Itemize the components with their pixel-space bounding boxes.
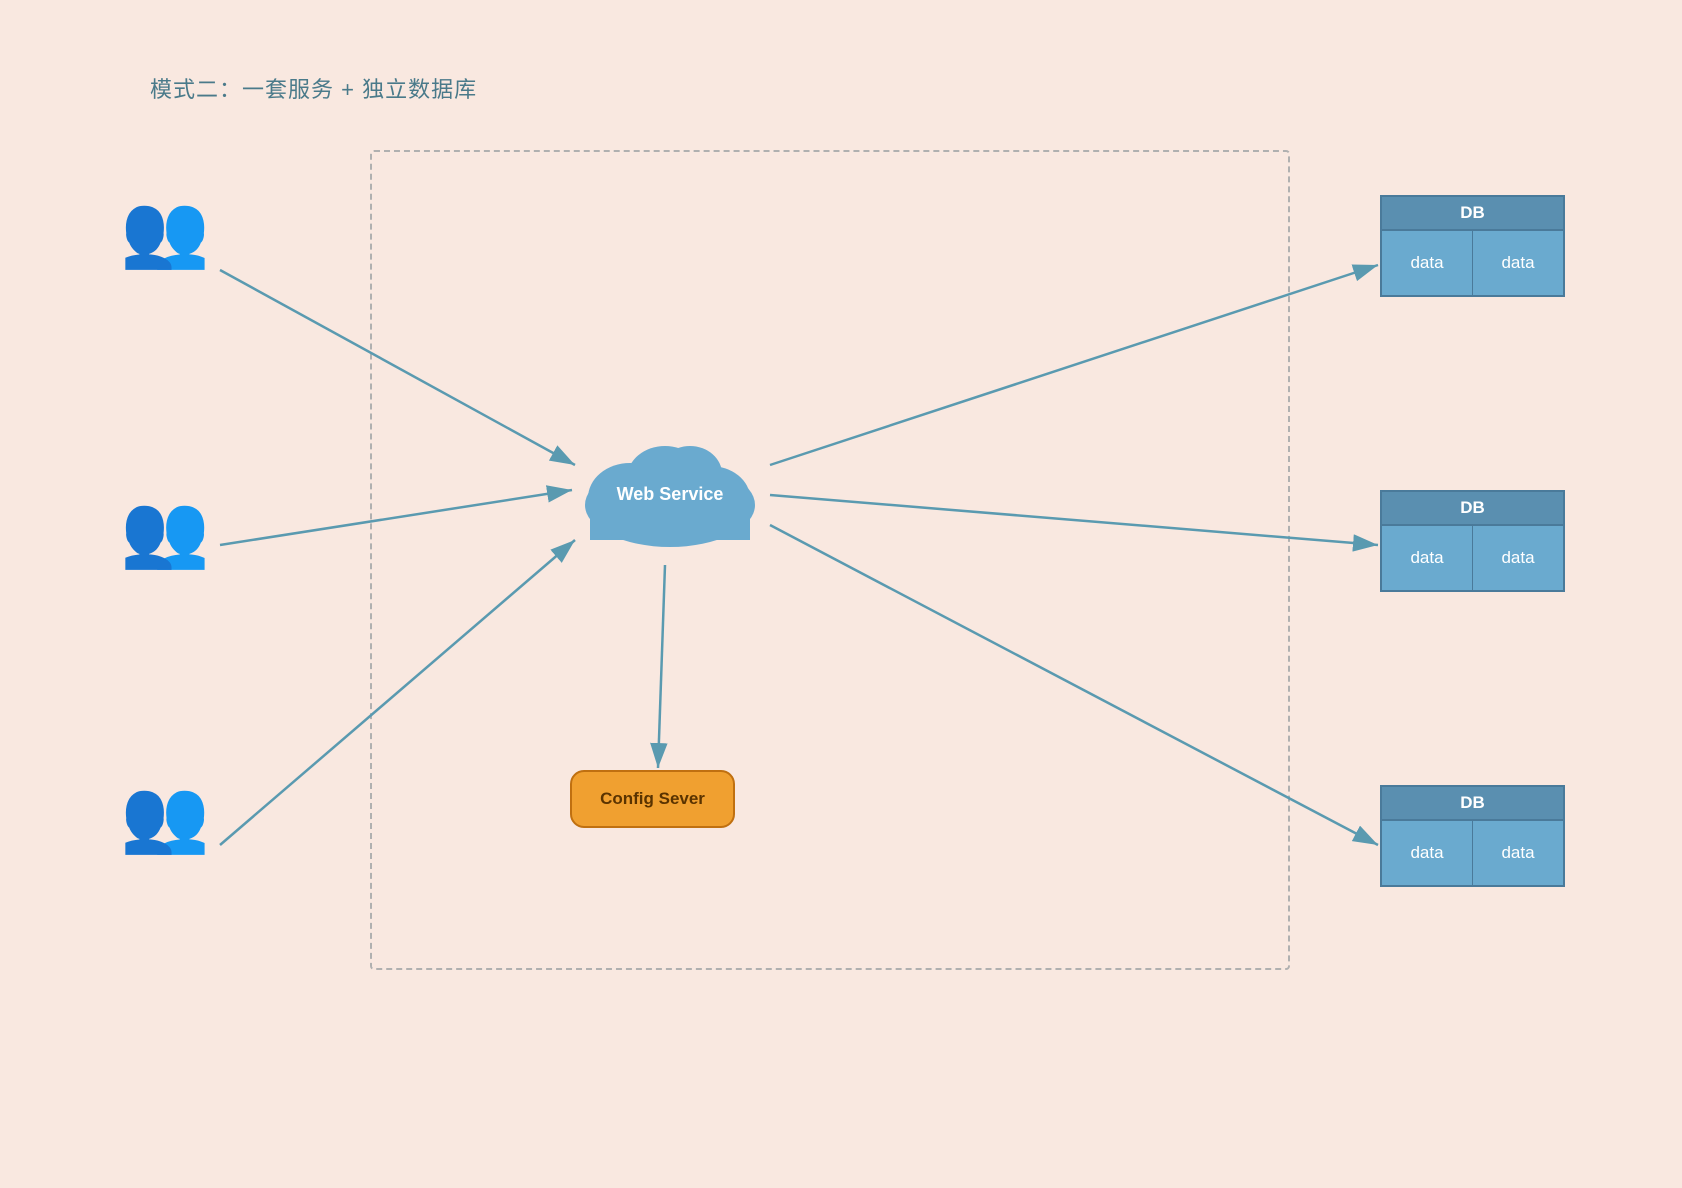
db-3-cell-1: data <box>1382 821 1473 885</box>
db-2-header: DB <box>1380 490 1565 524</box>
db-1-cell-2: data <box>1473 231 1563 295</box>
user-icon-1: 👥 <box>120 195 210 267</box>
diagram-container <box>370 150 1290 970</box>
config-server: Config Sever <box>570 770 735 828</box>
db-3-cell-2: data <box>1473 821 1563 885</box>
db-3-header: DB <box>1380 785 1565 819</box>
user-group-3: 👥 <box>120 780 210 852</box>
user-group-1: 👥 <box>120 195 210 267</box>
web-service-cloud: Web Service <box>570 430 770 560</box>
config-label: Config Sever <box>600 789 705 809</box>
db-3: DB data data <box>1380 785 1565 887</box>
user-group-2: 👥 <box>120 495 210 567</box>
db-1: DB data data <box>1380 195 1565 297</box>
db-2: DB data data <box>1380 490 1565 592</box>
user-icon-3: 👥 <box>120 780 210 852</box>
db-2-cell-2: data <box>1473 526 1563 590</box>
db-1-cell-1: data <box>1382 231 1473 295</box>
db-1-header: DB <box>1380 195 1565 229</box>
user-icon-2: 👥 <box>120 495 210 567</box>
cloud-label: Web Service <box>617 483 724 506</box>
db-2-cell-1: data <box>1382 526 1473 590</box>
page-title: 模式二：一套服务 + 独立数据库 <box>150 72 477 104</box>
